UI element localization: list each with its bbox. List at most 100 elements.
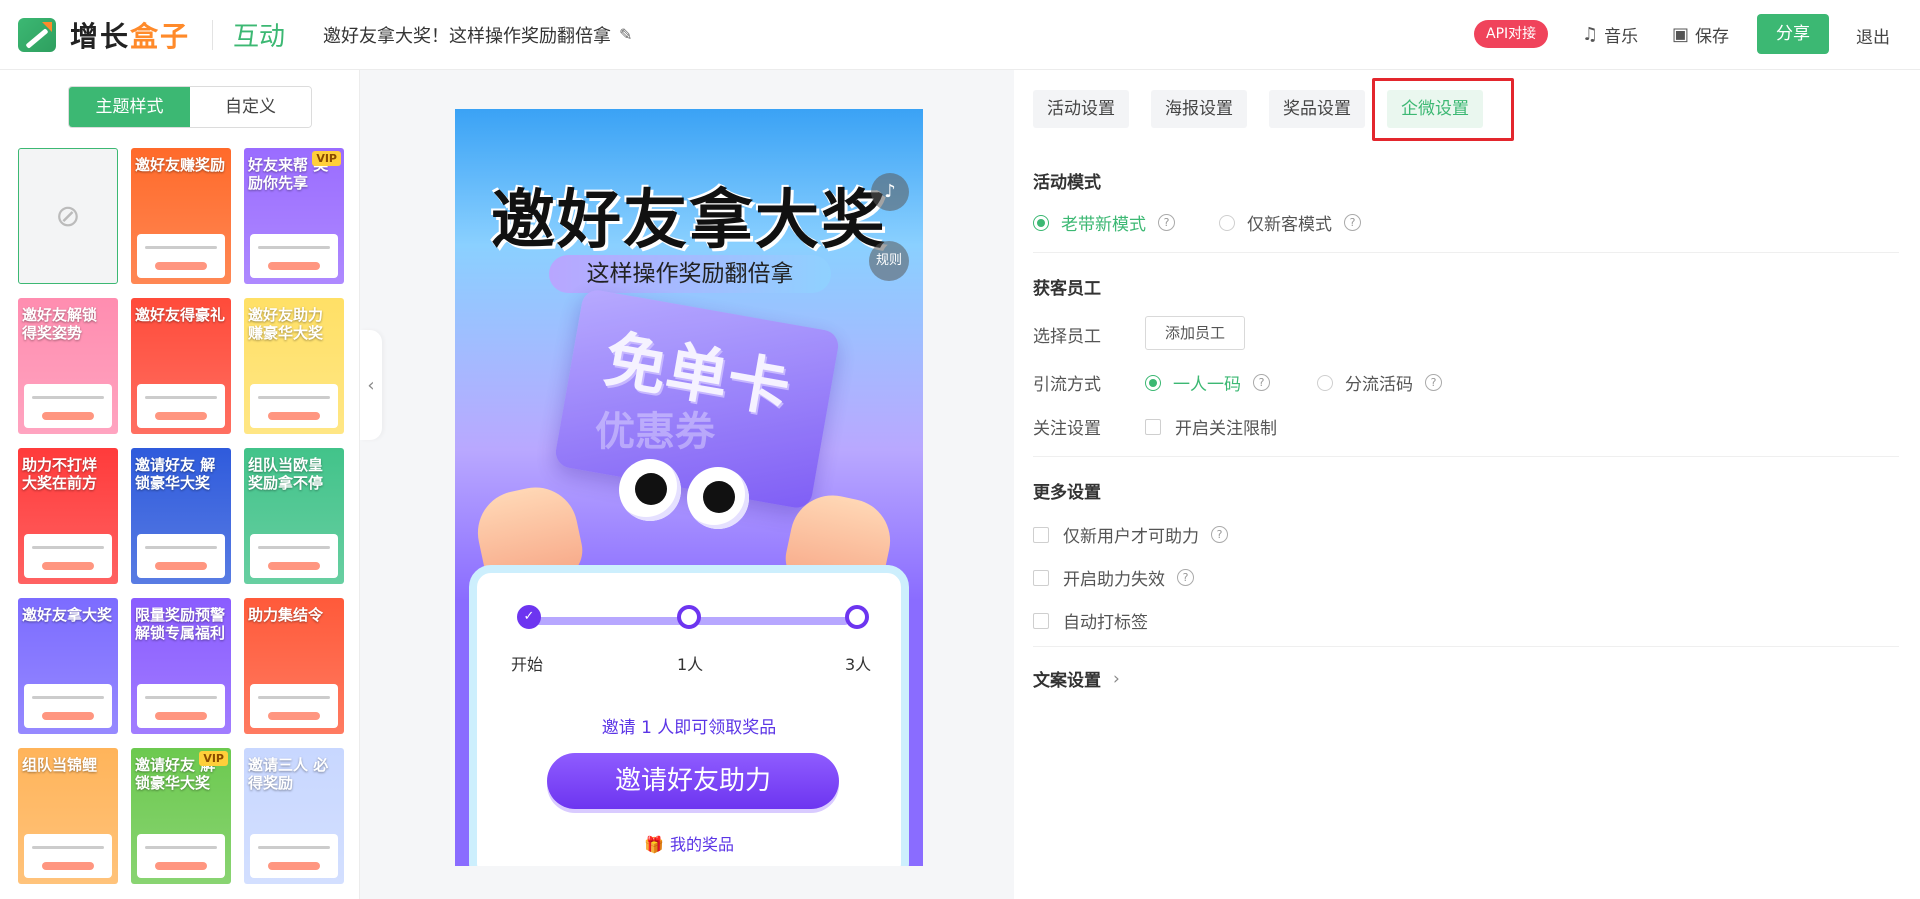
copy-settings-link[interactable]: 文案设置 ›	[1033, 666, 1120, 692]
template-thumbnail[interactable]: 邀好友拿大奖	[18, 598, 118, 734]
seg-custom[interactable]: 自定义	[190, 87, 311, 127]
logo: 增长盒子	[18, 15, 190, 55]
tab-poster-settings[interactable]: 海报设置	[1151, 90, 1247, 128]
template-thumbnail[interactable]: 邀请好友 解锁豪华大奖	[131, 448, 231, 584]
help-icon[interactable]: ?	[1158, 214, 1175, 231]
template-card-preview	[137, 534, 225, 578]
template-card-preview	[137, 684, 225, 728]
template-title: 限量奖励预警 解锁专属福利	[135, 606, 226, 642]
template-panel: 主题样式 自定义 ⊘ 邀好友赚奖励 好友来帮 奖励你先享 VIP 邀好友解锁 得奖姿势邀…	[0, 70, 360, 899]
more-section-title: 更多设置	[1033, 483, 1101, 503]
traffic-label: 引流方式	[1033, 375, 1101, 395]
template-card-preview	[250, 834, 338, 878]
mode-section-title: 活动模式	[1033, 173, 1101, 193]
activity-title[interactable]: 邀好友拿大奖！这样操作奖励翻倍拿 ✎	[323, 22, 632, 48]
chevron-right-icon: ›	[1113, 668, 1120, 689]
template-thumbnail[interactable]: 限量奖励预警 解锁专属福利	[131, 598, 231, 734]
module-name: 互动	[233, 22, 286, 52]
template-thumbnail[interactable]: 邀好友赚奖励	[131, 148, 231, 284]
invite-friends-button[interactable]: 邀请好友助力	[547, 753, 839, 809]
template-card-preview	[250, 684, 338, 728]
settings-tabs: 活动设置 海报设置 奖品设置 企微设置	[1033, 90, 1505, 128]
step-label-start: 开始	[511, 655, 544, 674]
template-none[interactable]: ⊘	[18, 148, 118, 284]
tab-prize-settings[interactable]: 奖品设置	[1269, 90, 1365, 128]
auto-tag-checkbox[interactable]: 自动打标签	[1033, 608, 1148, 633]
eye-right-icon	[687, 467, 749, 529]
template-card-preview	[24, 834, 112, 878]
help-icon[interactable]: ?	[1425, 374, 1442, 391]
follow-label: 关注设置	[1033, 419, 1101, 439]
save-button[interactable]: ▣ 保存	[1672, 22, 1729, 47]
template-title: 助力不打烊 大奖在前方	[22, 456, 98, 492]
header-divider	[212, 19, 214, 50]
template-thumbnail[interactable]: 组队当欧皇 奖励拿不停	[244, 448, 344, 584]
checkbox-icon	[1033, 612, 1049, 629]
preview-music-icon[interactable]: ♪	[871, 173, 909, 211]
preview-rules-button[interactable]: 规则	[869, 241, 909, 281]
template-thumbnail[interactable]: 助力集结令	[244, 598, 344, 734]
staff-section-title: 获客员工	[1033, 279, 1101, 299]
template-title: 邀请三人 必得奖励	[248, 756, 329, 792]
radio-checked-icon	[1145, 374, 1161, 391]
my-prize-link[interactable]: 🎁 我的奖品	[477, 831, 901, 855]
template-card-preview	[250, 534, 338, 578]
api-badge[interactable]: API对接	[1474, 20, 1549, 48]
mode-option-old-new[interactable]: 老带新模式?	[1033, 210, 1175, 235]
exit-button[interactable]: 退出	[1856, 23, 1890, 48]
template-title: 邀好友解锁 得奖姿势	[22, 306, 98, 342]
template-title: 邀好友助力 赚豪华大奖	[248, 306, 324, 342]
music-icon: ♫	[1582, 24, 1599, 45]
help-icon[interactable]: ?	[1177, 569, 1194, 586]
section-divider	[1033, 456, 1899, 457]
template-thumbnail[interactable]: 组队当锦鲤	[18, 748, 118, 884]
tab-wecom-settings[interactable]: 企微设置	[1387, 90, 1483, 128]
step-node-1	[677, 605, 701, 629]
new-user-only-checkbox[interactable]: 仅新用户才可助力?	[1033, 522, 1228, 547]
chevron-left-icon: ‹	[367, 374, 375, 396]
tab-activity-settings[interactable]: 活动设置	[1033, 90, 1129, 128]
traffic-option-split-code[interactable]: 分流活码?	[1317, 370, 1442, 395]
seg-theme-style[interactable]: 主题样式	[69, 87, 190, 127]
traffic-option-one-code[interactable]: 一人一码?	[1145, 370, 1270, 395]
assist-expire-checkbox[interactable]: 开启助力失效?	[1033, 565, 1194, 590]
template-card-preview	[137, 234, 225, 278]
help-icon[interactable]: ?	[1253, 374, 1270, 391]
checkbox-icon	[1033, 569, 1049, 586]
template-thumbnail[interactable]: 邀请三人 必得奖励	[244, 748, 344, 884]
add-staff-button[interactable]: 添加员工	[1145, 316, 1245, 350]
radio-icon	[1317, 374, 1333, 391]
music-button[interactable]: ♫ 音乐	[1582, 22, 1638, 47]
section-divider	[1033, 646, 1899, 647]
template-card-preview	[137, 834, 225, 878]
collapse-panel-button[interactable]: ‹	[360, 330, 382, 440]
mode-option-new-only[interactable]: 仅新客模式?	[1219, 210, 1361, 235]
template-thumbnail[interactable]: 邀好友助力 赚豪华大奖	[244, 298, 344, 434]
template-thumbnail[interactable]: 助力不打烊 大奖在前方	[18, 448, 118, 584]
template-thumbnail[interactable]: 邀好友解锁 得奖姿势	[18, 298, 118, 434]
style-segmented-control: 主题样式 自定义	[68, 86, 312, 128]
no-template-icon: ⊘	[55, 198, 81, 234]
template-title: 邀请好友 解锁豪华大奖	[135, 456, 216, 492]
help-icon[interactable]: ?	[1344, 214, 1361, 231]
radio-checked-icon	[1033, 214, 1049, 231]
template-card-preview	[24, 384, 112, 428]
help-icon[interactable]: ?	[1211, 526, 1228, 543]
radio-icon	[1219, 214, 1235, 231]
logo-text: 增长盒子	[70, 19, 191, 53]
template-title: 组队当欧皇 奖励拿不停	[248, 456, 324, 492]
follow-limit-checkbox[interactable]: 开启关注限制	[1145, 414, 1277, 439]
template-thumbnail[interactable]: 好友来帮 奖励你先享 VIP	[244, 148, 344, 284]
template-title: 邀好友得豪礼	[135, 306, 226, 324]
share-button[interactable]: 分享	[1757, 14, 1829, 54]
step-node-3	[845, 605, 869, 629]
template-thumbnail[interactable]: 邀请好友 解锁豪华大奖 VIP	[131, 748, 231, 884]
template-thumbnail[interactable]: 邀好友得豪礼	[131, 298, 231, 434]
template-title: 邀好友赚奖励	[135, 156, 226, 174]
preview-title: 邀好友拿大奖	[491, 184, 887, 258]
edit-icon[interactable]: ✎	[619, 25, 632, 44]
checkbox-icon	[1145, 418, 1161, 435]
section-divider	[1033, 252, 1899, 253]
activity-title-text: 邀好友拿大奖！这样操作奖励翻倍拿	[323, 25, 612, 47]
checkbox-icon	[1033, 526, 1049, 543]
